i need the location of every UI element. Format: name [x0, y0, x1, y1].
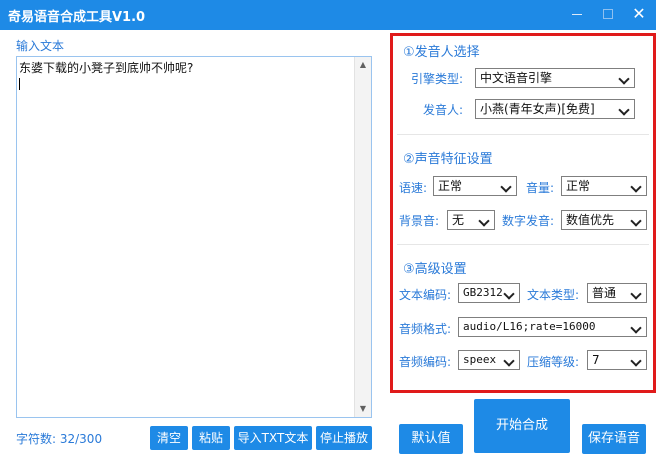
voice-select[interactable]: 小燕(青年女声)[免费] [475, 99, 635, 119]
stop-playback-button[interactable]: 停止播放 [316, 426, 372, 450]
section-voice-features-title: ②声音特征设置 [403, 152, 493, 167]
digit-value: 数值优先 [566, 213, 615, 227]
minimize-button[interactable] [566, 4, 588, 24]
background-select[interactable]: 无 [447, 210, 495, 230]
digit-label: 数字发音: [502, 214, 555, 228]
scroll-down-icon[interactable]: ▼ [355, 401, 371, 417]
maximize-button[interactable] [596, 4, 618, 24]
encoding-select[interactable]: GB2312 [458, 283, 520, 303]
divider [397, 244, 649, 245]
volume-value: 正常 [566, 179, 591, 193]
audio-format-label: 音频格式: [399, 322, 452, 336]
chevron-down-icon [630, 355, 642, 367]
section-voice-title: ①发音人选择 [403, 45, 480, 60]
text-value: 东婆下载的小凳子到底帅不帅呢? [19, 61, 194, 75]
digit-select[interactable]: 数值优先 [561, 210, 647, 230]
title-bar: 奇易语音合成工具V1.0 ✕ [0, 0, 656, 30]
engine-value: 中文语音引擎 [480, 71, 553, 85]
chevron-down-icon [630, 215, 642, 227]
char-count: 字符数: 32/300 [16, 432, 103, 446]
background-label: 背景音: [399, 214, 440, 228]
chevron-down-icon [630, 288, 642, 300]
compression-value: 7 [592, 353, 600, 367]
text-type-label: 文本类型: [527, 288, 580, 302]
audio-codec-value: speex [463, 353, 497, 366]
app-title: 奇易语音合成工具V1.0 [8, 10, 146, 25]
audio-codec-label: 音频编码: [399, 355, 452, 369]
divider [397, 134, 649, 135]
audio-format-value: audio/L16;rate=16000 [463, 320, 596, 333]
scroll-up-icon[interactable]: ▲ [355, 57, 371, 73]
speed-select[interactable]: 正常 [433, 176, 517, 196]
section-advanced-title: ③高级设置 [403, 262, 467, 277]
chevron-down-icon [618, 73, 630, 85]
engine-select[interactable]: 中文语音引擎 [475, 68, 635, 88]
compression-label: 压缩等级: [527, 355, 580, 369]
chevron-down-icon [500, 181, 512, 193]
text-type-select[interactable]: 普通 [587, 283, 647, 303]
voice-label: 发音人: [423, 103, 464, 117]
text-caret [19, 78, 20, 90]
paste-button[interactable]: 粘贴 [192, 426, 230, 450]
compression-select[interactable]: 7 [587, 350, 647, 370]
text-input[interactable]: 东婆下载的小凳子到底帅不帅呢? ▲ ▼ [16, 56, 372, 418]
chevron-down-icon [503, 355, 515, 367]
engine-label: 引擎类型: [411, 72, 464, 86]
encoding-label: 文本编码: [399, 288, 452, 302]
default-button[interactable]: 默认值 [399, 424, 463, 454]
text-scrollbar[interactable]: ▲ ▼ [354, 57, 371, 417]
text-content[interactable]: 东婆下载的小凳子到底帅不帅呢? [19, 59, 353, 415]
input-label: 输入文本 [16, 39, 65, 53]
chevron-down-icon [630, 181, 642, 193]
import-txt-button[interactable]: 导入TXT文本 [234, 426, 312, 450]
speed-label: 语速: [399, 181, 428, 195]
text-type-value: 普通 [592, 286, 617, 300]
background-value: 无 [452, 213, 465, 227]
volume-label: 音量: [526, 181, 555, 195]
start-synthesis-button[interactable]: 开始合成 [474, 399, 570, 453]
settings-panel: ①发音人选择 引擎类型: 中文语音引擎 发音人: 小燕(青年女声)[免费] ②声… [390, 33, 656, 393]
save-audio-button[interactable]: 保存语音 [582, 424, 646, 454]
voice-value: 小燕(青年女声)[免费] [480, 102, 595, 116]
chevron-down-icon [618, 104, 630, 116]
speed-value: 正常 [438, 179, 463, 193]
chevron-down-icon [630, 322, 642, 334]
chevron-down-icon [478, 215, 490, 227]
chevron-down-icon [503, 288, 515, 300]
audio-codec-select[interactable]: speex [458, 350, 520, 370]
clear-button[interactable]: 清空 [150, 426, 188, 450]
audio-format-select[interactable]: audio/L16;rate=16000 [458, 317, 647, 337]
encoding-value: GB2312 [463, 286, 503, 299]
volume-select[interactable]: 正常 [561, 176, 647, 196]
close-button[interactable]: ✕ [628, 4, 650, 24]
